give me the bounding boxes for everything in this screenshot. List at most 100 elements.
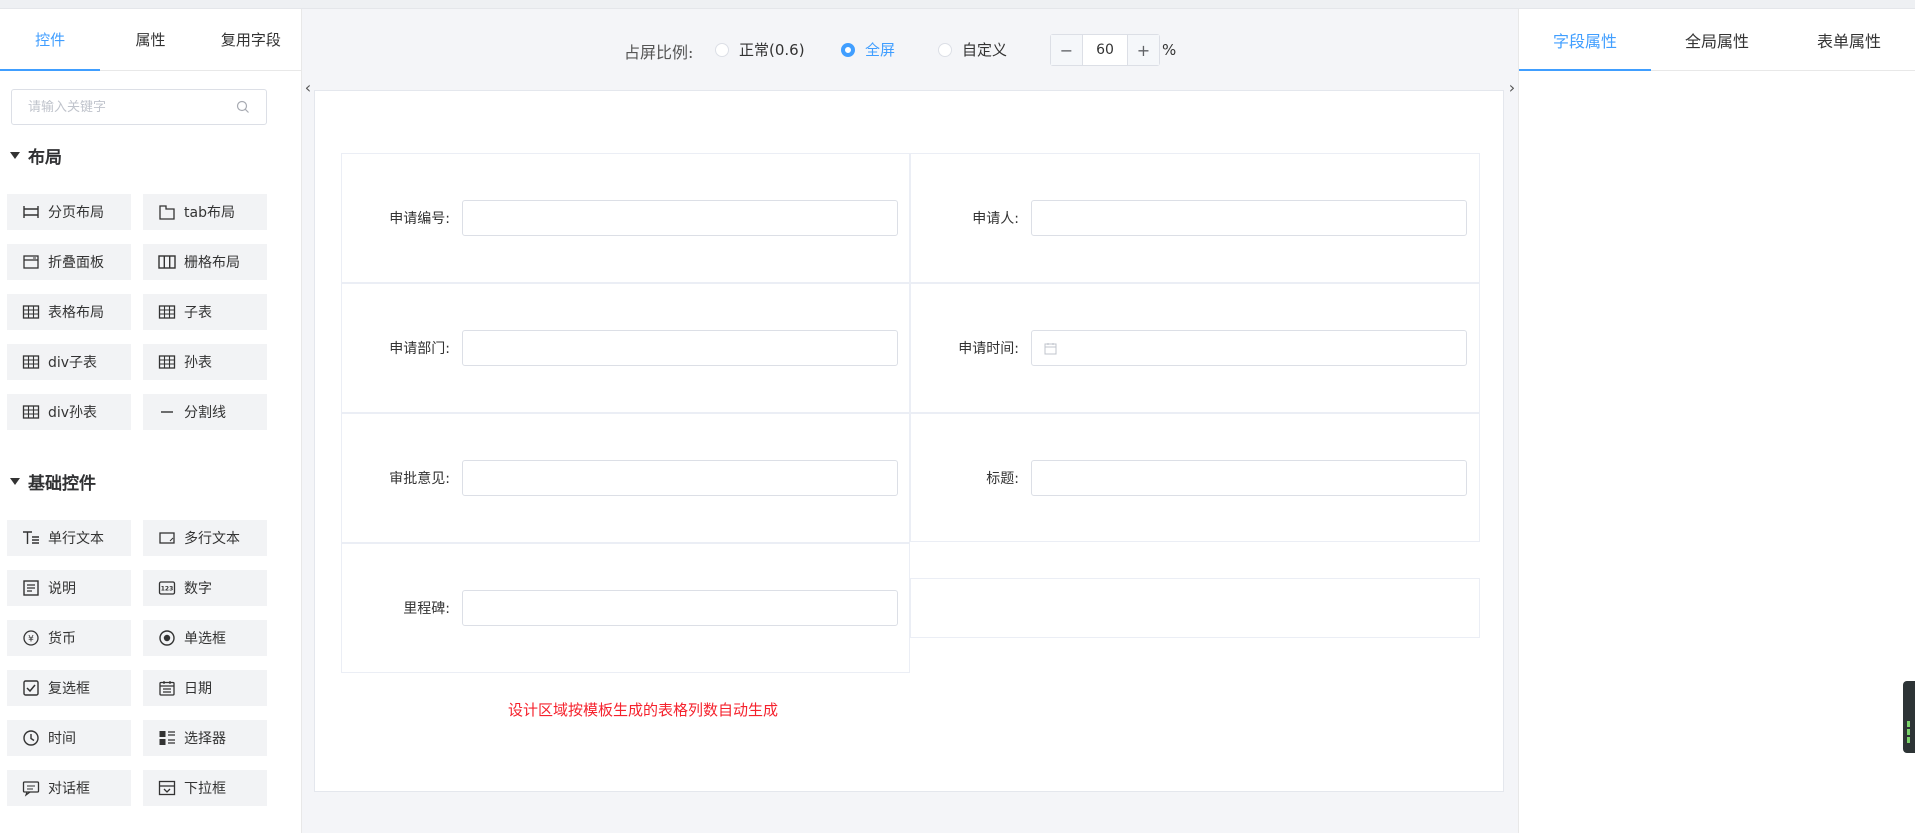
comp-label: 日期 [184,681,212,697]
comp-label: 时间 [48,731,76,747]
collapse-left-icon[interactable]: ‹ [302,75,314,99]
comp-label: 孙表 [184,355,212,371]
comp-label: 对话框 [48,781,90,797]
tab-layout-icon [159,205,175,220]
div-sub-table-icon [22,355,40,369]
department-input[interactable] [462,330,898,366]
svg-text:¥: ¥ [28,635,34,645]
comp-grid-layout[interactable]: 栅格布局 [143,244,267,280]
basic-section-title: 基础控件 [28,474,96,494]
comp-label: tab布局 [184,205,235,221]
form-cell-apply-time[interactable]: 申请时间: [910,283,1480,413]
form-cell-apply-no[interactable]: 申请编号: [341,153,910,283]
tab-form-properties[interactable]: 表单属性 [1783,9,1915,70]
increase-button[interactable]: + [1127,35,1159,65]
field-label: 里程碑: [403,601,450,617]
field-label: 申请编号: [389,211,450,227]
basic-components: 单行文本 多行文本 说明 123 数字 ¥ 货币 单选框 复选框 日期 时间 选… [7,520,267,806]
search-input[interactable] [28,99,236,115]
form-cell-title[interactable]: 标题: [910,413,1480,542]
comp-checkbox[interactable]: 复选框 [7,670,131,706]
comp-date[interactable]: 日期 [143,670,267,706]
comp-label: div孙表 [48,405,98,421]
decrease-button[interactable]: − [1051,35,1083,65]
comp-tab-layout[interactable]: tab布局 [143,194,267,230]
ratio-option-normal[interactable]: 正常(0.6) [715,39,805,60]
ratio-value[interactable]: 60 [1083,35,1127,65]
comp-div-sub-table[interactable]: div子表 [7,344,131,380]
form-cell-department[interactable]: 申请部门: [341,283,910,413]
multi-line-text-icon [159,532,175,544]
form-cell-approval[interactable]: 审批意见: [341,413,910,543]
comp-multi-line-text[interactable]: 多行文本 [143,520,267,556]
apply-time-input[interactable] [1031,330,1467,366]
right-tabs: 字段属性 全局属性 表单属性 [1519,9,1915,71]
comp-single-line-text[interactable]: 单行文本 [7,520,131,556]
comp-label: 分页布局 [48,205,104,221]
comp-time[interactable]: 时间 [7,720,131,756]
svg-text:123: 123 [161,586,174,593]
comp-collapse-panel[interactable]: 折叠面板 [7,244,131,280]
comp-divider[interactable]: 分割线 [143,394,267,430]
comp-page-layout[interactable]: 分页布局 [7,194,131,230]
radio-circle [938,42,952,57]
tab-field-properties[interactable]: 字段属性 [1519,9,1651,71]
radio-icon [159,630,175,646]
ratio-option-custom[interactable]: 自定义 [938,39,1007,60]
form-cell-empty[interactable] [910,578,1480,638]
collapse-right-icon[interactable]: › [1506,75,1518,99]
time-icon [23,730,39,746]
comp-sub-table[interactable]: 子表 [143,294,267,330]
auto-generate-hint: 设计区域按模板生成的表格列数自动生成 [508,701,779,719]
title-input[interactable] [1031,459,1467,496]
comp-label: 选择器 [184,731,226,747]
percent-unit: % [1162,41,1177,59]
tab-controls[interactable]: 控件 [0,9,101,71]
grid-layout-icon [158,255,176,269]
tab-properties[interactable]: 属性 [100,9,200,70]
basic-section-header[interactable]: 基础控件 [10,469,96,494]
comp-selector[interactable]: 选择器 [143,720,267,756]
approval-input[interactable] [462,460,898,496]
field-label: 申请部门: [389,341,450,357]
sub-table-icon [158,305,176,319]
floating-widget[interactable] [1903,681,1915,753]
tab-reusable-fields[interactable]: 复用字段 [201,9,301,70]
form-cell-milestone[interactable]: 里程碑: [341,543,910,673]
comp-number[interactable]: 123 数字 [143,570,267,606]
comp-label: 单选框 [184,631,226,647]
currency-icon: ¥ [23,630,39,646]
tab-global-properties[interactable]: 全局属性 [1651,9,1783,70]
comp-label: 货币 [48,631,76,647]
comp-dialog[interactable]: 对话框 [7,770,131,806]
search-icon[interactable] [236,100,250,114]
radio-label: 正常(0.6) [739,41,805,59]
top-bar [0,0,1915,9]
ratio-stepper: − 60 + [1050,34,1160,66]
comp-table-layout[interactable]: 表格布局 [7,294,131,330]
milestone-input[interactable] [462,590,898,626]
comp-label: 子表 [184,305,212,321]
layout-section-header[interactable]: 布局 [10,143,62,168]
single-line-text-icon [23,531,39,544]
comp-label: 表格布局 [48,305,104,321]
selector-icon [159,731,175,745]
comp-label: 复选框 [48,681,90,697]
comp-grandchild-table[interactable]: 孙表 [143,344,267,380]
left-tabs: 控件 属性 复用字段 [0,9,301,71]
table-layout-icon [22,305,40,319]
apply-no-input[interactable] [462,200,898,236]
comp-currency[interactable]: ¥ 货币 [7,620,131,656]
comp-div-grandchild-table[interactable]: div孙表 [7,394,131,430]
calendar-icon [1044,342,1057,354]
comp-label: 折叠面板 [48,255,104,271]
comp-label: 说明 [48,581,76,597]
form-cell-applicant[interactable]: 申请人: [910,153,1480,283]
comp-radio[interactable]: 单选框 [143,620,267,656]
dialog-icon [22,781,40,797]
comp-description[interactable]: 说明 [7,570,131,606]
comp-dropdown[interactable]: 下拉框 [143,770,267,806]
comp-label: 栅格布局 [184,255,240,271]
ratio-option-fullscreen[interactable]: 全屏 [841,39,895,60]
applicant-input[interactable] [1031,200,1467,236]
